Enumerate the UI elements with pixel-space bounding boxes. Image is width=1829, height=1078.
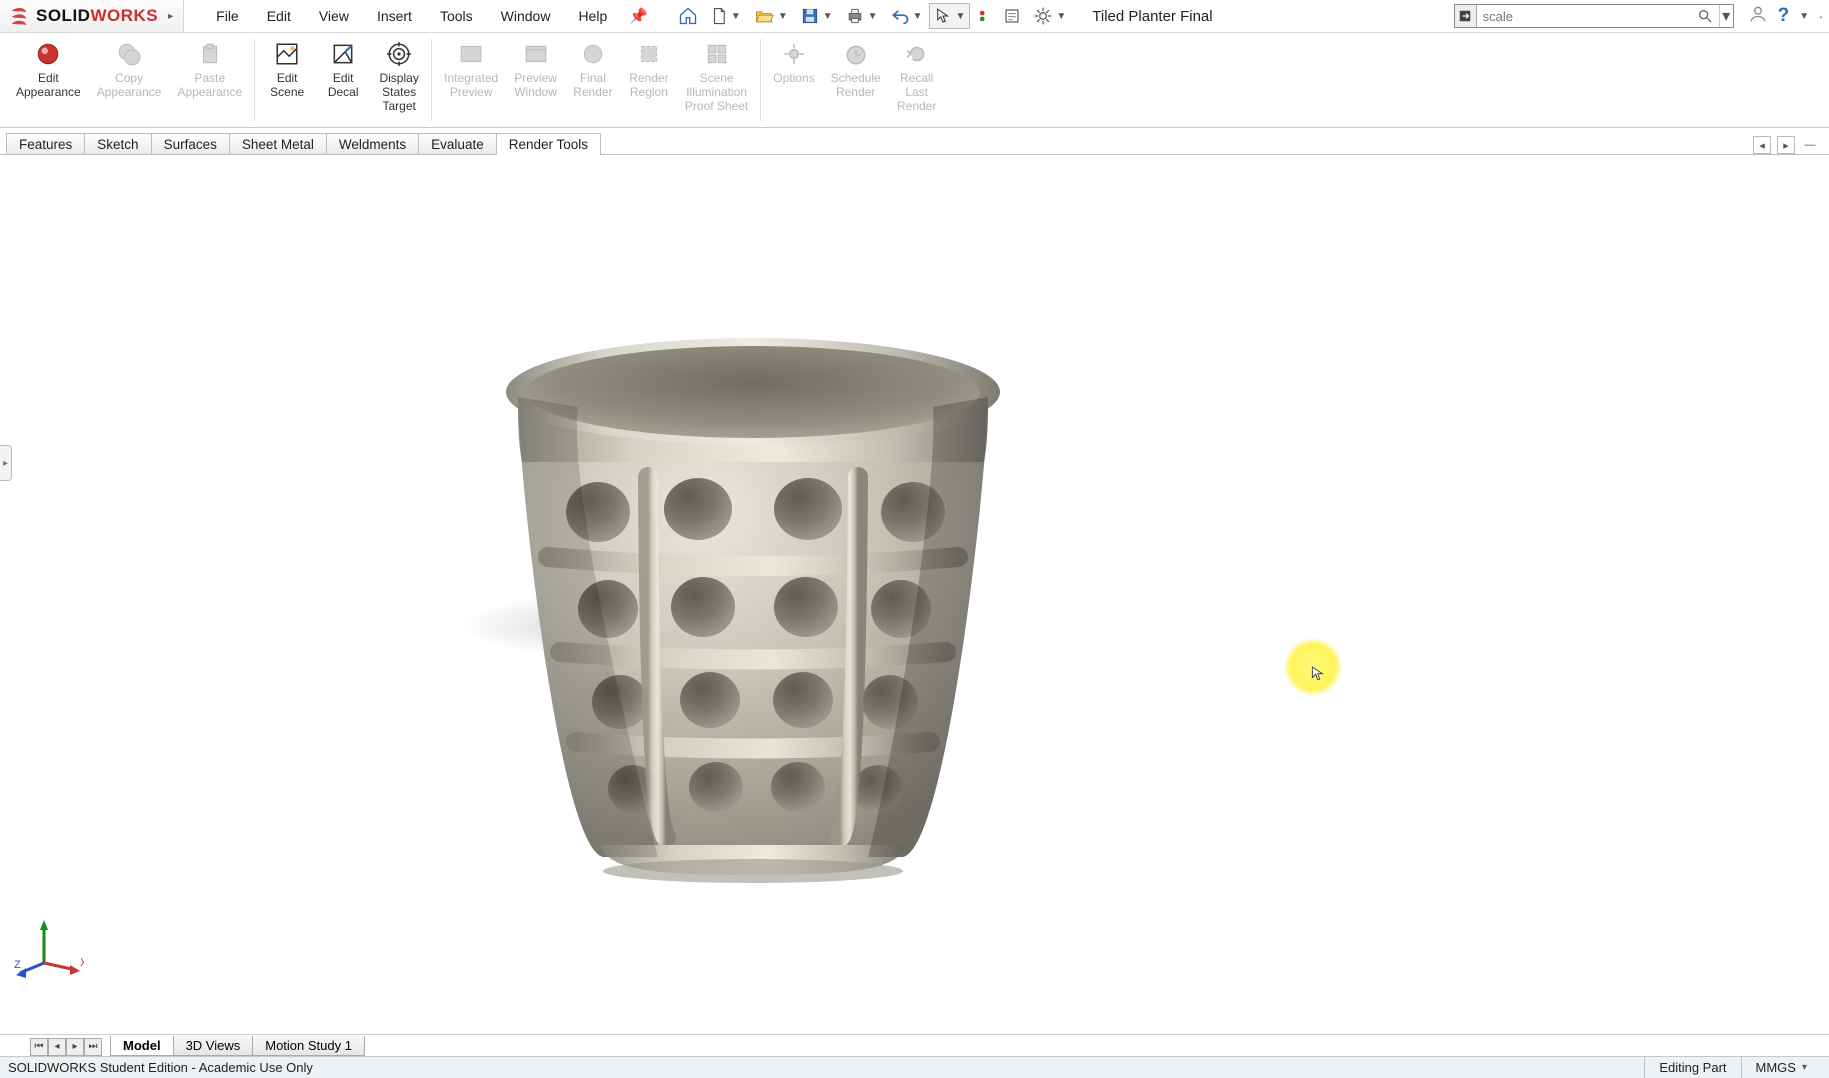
- svg-text:Y: Y: [40, 918, 48, 920]
- search-box: ▾: [1454, 4, 1734, 28]
- search-drop-icon[interactable]: ▾: [1719, 5, 1733, 27]
- menu-tools[interactable]: Tools: [426, 8, 487, 24]
- menu-view[interactable]: View: [305, 8, 363, 24]
- bottom-tab-3dviews[interactable]: 3D Views: [173, 1036, 254, 1056]
- new-button[interactable]: ▼: [705, 3, 746, 29]
- final-render-label: Final Render: [573, 72, 612, 100]
- feature-manager-flyout[interactable]: ▸: [0, 445, 12, 481]
- schedule-render-label: Schedule Render: [831, 72, 881, 100]
- tab-prev[interactable]: ◂: [48, 1038, 66, 1056]
- graphics-viewport[interactable]: ▸: [0, 154, 1829, 1034]
- schedule-render-button: Schedule Render: [823, 37, 889, 125]
- menu-insert[interactable]: Insert: [363, 8, 426, 24]
- bottom-tab-model[interactable]: Model: [110, 1036, 174, 1056]
- tab-render-tools[interactable]: Render Tools: [496, 133, 601, 155]
- edit-decal-button[interactable]: Edit Decal: [315, 37, 371, 125]
- app-logo: SOLIDWORKS ▸: [0, 0, 184, 32]
- paste-appearance-label: Paste Appearance: [177, 72, 242, 100]
- app-name: SOLIDWORKS: [36, 6, 158, 26]
- feature-tabs: Features Sketch Surfaces Sheet Metal Wel…: [0, 128, 1829, 154]
- cursor-highlight: [1284, 638, 1342, 696]
- search-prefix-icon[interactable]: [1455, 5, 1477, 27]
- scene-illumination-label: Scene Illumination Proof Sheet: [685, 72, 748, 113]
- chevron-down-icon[interactable]: ▸: [168, 11, 173, 22]
- edit-scene-label: Edit Scene: [270, 72, 304, 100]
- render-region-label: Render Region: [629, 72, 668, 100]
- document-title: Tiled Planter Final: [1092, 8, 1212, 25]
- pin-icon[interactable]: 📌: [629, 7, 648, 25]
- file-props-button[interactable]: [998, 3, 1026, 29]
- display-states-target-label: Display States Target: [379, 72, 418, 113]
- help-drop-icon[interactable]: ▼: [1799, 11, 1809, 22]
- open-button[interactable]: ▼: [748, 3, 793, 29]
- tab-features[interactable]: Features: [6, 133, 85, 155]
- svg-text:Z: Z: [14, 959, 21, 971]
- preview-window-label: Preview Window: [514, 72, 557, 100]
- cursor-icon: [1309, 663, 1325, 688]
- search-go-icon[interactable]: [1691, 8, 1719, 24]
- tab-weldments[interactable]: Weldments: [326, 133, 419, 155]
- render-options-label: Options: [773, 72, 814, 86]
- status-mode: Editing Part: [1644, 1057, 1740, 1078]
- user-icon[interactable]: [1748, 4, 1768, 29]
- status-bar: SOLIDWORKS Student Edition - Academic Us…: [0, 1056, 1829, 1078]
- ribbon: Edit Appearance Copy Appearance Paste Ap…: [0, 33, 1829, 128]
- edit-decal-label: Edit Decal: [328, 72, 359, 100]
- tab-evaluate[interactable]: Evaluate: [418, 133, 497, 155]
- tab-nav-prev[interactable]: ◂: [1753, 136, 1771, 154]
- overflow-icon[interactable]: .: [1819, 5, 1823, 27]
- menu-file[interactable]: File: [202, 8, 253, 24]
- menu-edit[interactable]: Edit: [253, 8, 305, 24]
- tab-surfaces[interactable]: Surfaces: [151, 133, 230, 155]
- scene-illumination-button: Scene Illumination Proof Sheet: [677, 37, 756, 125]
- edit-scene-button[interactable]: Edit Scene: [259, 37, 315, 125]
- render-options-button: Options: [765, 37, 822, 125]
- model-planter[interactable]: [488, 337, 1018, 897]
- tab-sketch[interactable]: Sketch: [84, 133, 151, 155]
- orientation-triad[interactable]: Y X Z: [14, 918, 84, 978]
- svg-text:X: X: [80, 957, 84, 969]
- bottom-tab-nav: ⏮ ◂ ▸ ⏭: [30, 1038, 102, 1056]
- final-render-button: Final Render: [565, 37, 621, 125]
- display-states-target-button[interactable]: Display States Target: [371, 37, 427, 125]
- bottom-tabs: ⏮ ◂ ▸ ⏭ Model 3D Views Motion Study 1: [0, 1034, 1829, 1056]
- tab-next[interactable]: ▸: [66, 1038, 84, 1056]
- tab-sheet-metal[interactable]: Sheet Metal: [229, 133, 327, 155]
- help-icon[interactable]: ?: [1778, 5, 1790, 27]
- menu-bar: SOLIDWORKS ▸ File Edit View Insert Tools…: [0, 0, 1829, 33]
- save-button[interactable]: ▼: [795, 3, 838, 29]
- search-input[interactable]: [1477, 9, 1691, 24]
- undo-button[interactable]: ▼: [885, 3, 928, 29]
- select-button[interactable]: ▼: [929, 3, 970, 29]
- home-button[interactable]: [673, 3, 703, 29]
- recall-last-render-button: Recall Last Render: [889, 37, 945, 125]
- options-button[interactable]: ▼: [1028, 3, 1071, 29]
- paste-appearance-button: Paste Appearance: [169, 37, 250, 125]
- tab-nav-next[interactable]: ▸: [1777, 136, 1795, 154]
- recall-last-render-label: Recall Last Render: [897, 72, 936, 113]
- edit-appearance-label: Edit Appearance: [16, 72, 81, 100]
- rebuild-button[interactable]: [972, 3, 996, 29]
- tab-minimize[interactable]: —: [1801, 136, 1819, 154]
- status-units[interactable]: MMGS▾: [1741, 1057, 1821, 1078]
- tab-first[interactable]: ⏮: [30, 1038, 48, 1056]
- copy-appearance-label: Copy Appearance: [97, 72, 162, 100]
- render-region-button: Render Region: [621, 37, 677, 125]
- edit-appearance-button[interactable]: Edit Appearance: [8, 37, 89, 125]
- tab-last[interactable]: ⏭: [84, 1038, 102, 1056]
- preview-window-button: Preview Window: [506, 37, 565, 125]
- integrated-preview-button: Integrated Preview: [436, 37, 506, 125]
- print-button[interactable]: ▼: [840, 3, 883, 29]
- status-edition: SOLIDWORKS Student Edition - Academic Us…: [8, 1060, 313, 1075]
- menu-window[interactable]: Window: [487, 8, 565, 24]
- integrated-preview-label: Integrated Preview: [444, 72, 498, 100]
- menu-items: File Edit View Insert Tools Window Help …: [184, 0, 648, 32]
- solidworks-logo-icon: [8, 5, 30, 27]
- menu-help[interactable]: Help: [564, 8, 621, 24]
- bottom-tab-motion-study[interactable]: Motion Study 1: [252, 1036, 365, 1056]
- copy-appearance-button: Copy Appearance: [89, 37, 170, 125]
